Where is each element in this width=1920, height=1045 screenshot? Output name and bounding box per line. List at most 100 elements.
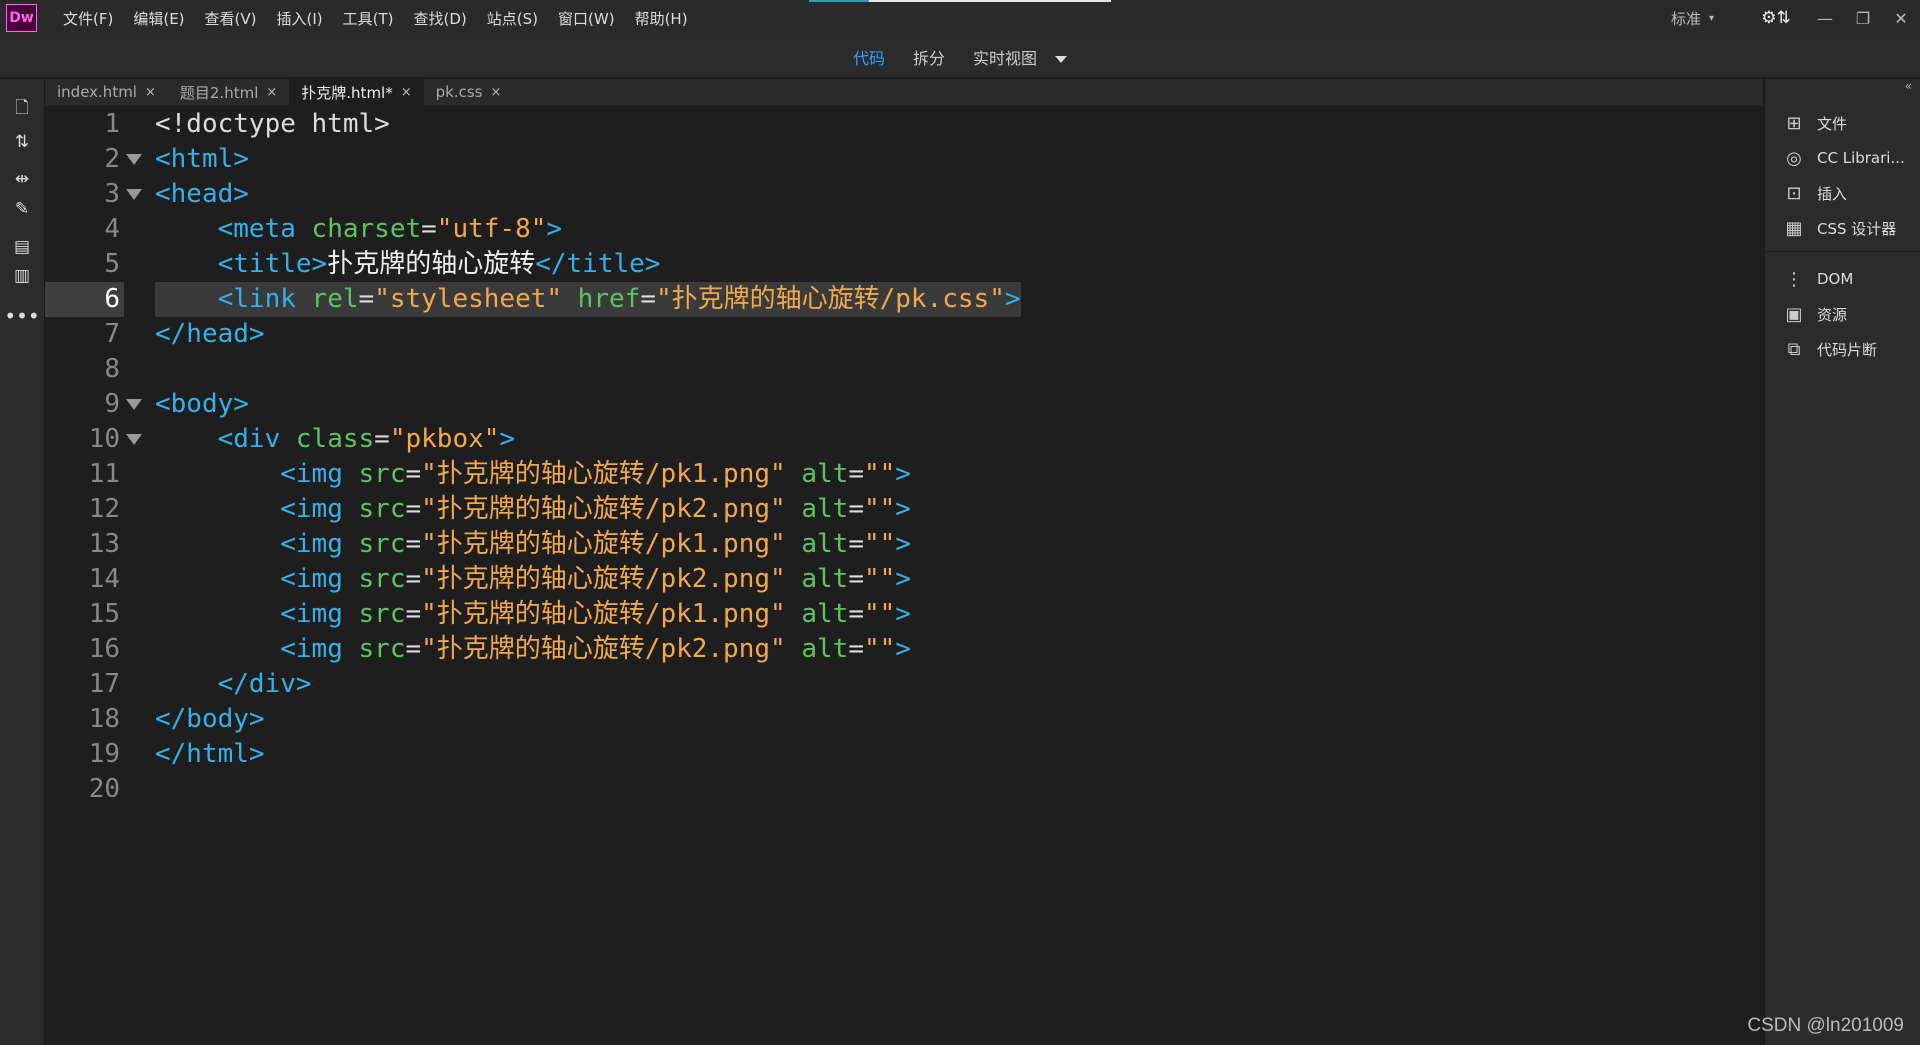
apply-comment-icon[interactable]: ▤ <box>8 233 36 261</box>
dropdown-triangle-icon[interactable] <box>1055 55 1068 63</box>
attr-name: src <box>342 529 406 559</box>
tab-label: 扑克牌.html* <box>301 83 393 102</box>
code-view-button[interactable]: 代码 <box>853 45 885 69</box>
code-line: 13 <img src="扑克牌的轴心旋转/pk1.png" alt=""> <box>45 527 1763 562</box>
fold-triangle-icon[interactable] <box>126 399 142 410</box>
line-number: 1 <box>104 109 120 139</box>
attr-value: "" <box>863 529 896 559</box>
line-number: 2 <box>104 144 120 174</box>
equals: = <box>848 564 864 594</box>
menu-site[interactable]: 站点(S) <box>477 8 548 29</box>
menu-edit[interactable]: 编辑(E) <box>123 8 194 29</box>
collapse-panel-icon[interactable]: « <box>1905 79 1912 93</box>
remove-comment-icon[interactable]: ▥ <box>8 262 36 290</box>
menu-window[interactable]: 窗口(W) <box>548 8 625 29</box>
attr-name: alt <box>785 459 849 489</box>
expand-collapse-icon[interactable]: ⇹ <box>8 165 36 193</box>
loading-progress <box>809 0 1111 2</box>
panel-label: 资源 <box>1817 305 1848 324</box>
fold-triangle-icon[interactable] <box>126 189 142 200</box>
split-view-button[interactable]: 拆分 <box>913 45 945 69</box>
div-close-tag: </div> <box>217 669 312 699</box>
tag-end: > <box>895 529 911 559</box>
fold-triangle-icon[interactable] <box>126 154 142 165</box>
code-line: 11 <img src="扑克牌的轴心旋转/pk1.png" alt=""> <box>45 457 1763 492</box>
attr-value: "扑克牌的轴心旋转/pk1.png" <box>421 459 786 489</box>
equals: = <box>405 529 422 559</box>
tab-close-icon[interactable]: × <box>401 85 412 100</box>
attr-name: class <box>280 424 375 454</box>
tab-pk-css[interactable]: pk.css × <box>424 79 514 105</box>
line-number: 14 <box>88 564 120 594</box>
tag-end: > <box>895 599 911 629</box>
code-line: 16 <img src="扑克牌的轴心旋转/pk2.png" alt=""> <box>45 632 1763 667</box>
attr-value: "扑克牌的轴心旋转/pk2.png" <box>421 634 786 664</box>
panel-dom[interactable]: ⋮ DOM <box>1781 264 1853 294</box>
workspace-switcher[interactable]: 标准 ▾ <box>1671 8 1714 29</box>
sync-settings-icon[interactable]: ⚙⇅ <box>1746 0 1806 36</box>
attr-value: "" <box>863 634 896 664</box>
menu-tools[interactable]: 工具(T) <box>333 8 404 29</box>
attr-name: src <box>342 564 406 594</box>
panel-files[interactable]: ⊞ 文件 <box>1781 108 1847 138</box>
title-close-tag: </title> <box>535 249 661 279</box>
tab-index-html[interactable]: index.html × <box>45 79 168 105</box>
attr-value: "" <box>863 494 896 524</box>
panel-insert[interactable]: ⊡ 插入 <box>1781 178 1847 208</box>
tab-close-icon[interactable]: × <box>490 85 501 100</box>
attr-name: href <box>562 284 641 314</box>
attr-value: "" <box>863 459 896 489</box>
dom-tree-icon: ⋮ <box>1785 268 1803 290</box>
attr-name: alt <box>785 634 849 664</box>
menu-find[interactable]: 查找(D) <box>404 8 477 29</box>
file-transfer-icon[interactable]: ⇅ <box>8 128 36 156</box>
img-tag: <img <box>280 529 343 559</box>
code-line: 4 <meta charset="utf-8"> <box>45 212 1763 247</box>
attr-name: charset <box>295 214 422 244</box>
code-line: 5 <title>扑克牌的轴心旋转</title> <box>45 247 1763 282</box>
tab-close-icon[interactable]: × <box>145 85 156 100</box>
menu-help[interactable]: 帮助(H) <box>625 8 698 29</box>
fold-triangle-icon[interactable] <box>126 434 142 445</box>
panel-snippets[interactable]: ⧉ 代码片断 <box>1781 334 1877 364</box>
equals: = <box>374 424 390 454</box>
live-view-button[interactable]: 实时视图 <box>973 45 1068 69</box>
watermark: CSDN @ln201009 <box>1747 1015 1904 1036</box>
minimize-icon[interactable]: — <box>1806 0 1844 36</box>
meta-tag: <meta <box>217 214 296 244</box>
more-tools-icon[interactable]: ••• <box>4 302 39 330</box>
close-icon[interactable]: ✕ <box>1882 0 1920 36</box>
equals: = <box>405 564 422 594</box>
tag-end: > <box>895 494 911 524</box>
open-documents-icon[interactable]: 🗋 <box>8 95 36 123</box>
restore-icon[interactable]: ❐ <box>1844 0 1882 36</box>
code-line: 17 </div> <box>45 667 1763 702</box>
line-number: 8 <box>104 354 120 384</box>
tab-poker-html[interactable]: 扑克牌.html* × <box>289 79 424 105</box>
code-editor[interactable]: 1 <!doctype html> 2 <html> 3 <head> 4 <meta… <box>45 105 1763 1045</box>
panel-css-designer[interactable]: ▦ CSS 设计器 <box>1781 213 1896 243</box>
menu-insert[interactable]: 插入(I) <box>267 8 333 29</box>
format-source-icon[interactable]: ✎ <box>8 195 36 223</box>
tag-end: > <box>1004 284 1021 314</box>
equals: = <box>848 634 864 664</box>
line-number: 11 <box>88 459 120 489</box>
menu-view[interactable]: 查看(V) <box>195 8 267 29</box>
panel-label: CSS 设计器 <box>1817 219 1897 238</box>
code-line: 15 <img src="扑克牌的轴心旋转/pk1.png" alt=""> <box>45 597 1763 632</box>
panel-label: CC Librari... <box>1817 149 1905 167</box>
panel-assets[interactable]: ▣ 资源 <box>1781 299 1847 329</box>
creative-cloud-icon: ◎ <box>1786 147 1802 169</box>
panel-cc-libraries[interactable]: ◎ CC Librari... <box>1781 143 1905 173</box>
view-switcher-bar: 代码 拆分 实时视图 <box>0 36 1920 78</box>
tab-close-icon[interactable]: × <box>266 85 277 100</box>
line-number: 16 <box>88 634 120 664</box>
code-line: 12 <img src="扑克牌的轴心旋转/pk2.png" alt=""> <box>45 492 1763 527</box>
tab-topic2-html[interactable]: 题目2.html × <box>168 79 289 105</box>
attr-name: src <box>342 599 406 629</box>
img-tag: <img <box>280 459 343 489</box>
attr-value: "utf-8" <box>436 214 547 244</box>
menu-file[interactable]: 文件(F) <box>53 8 123 29</box>
equals: = <box>405 599 422 629</box>
attr-value: "扑克牌的轴心旋转/pk.css" <box>655 284 1005 314</box>
